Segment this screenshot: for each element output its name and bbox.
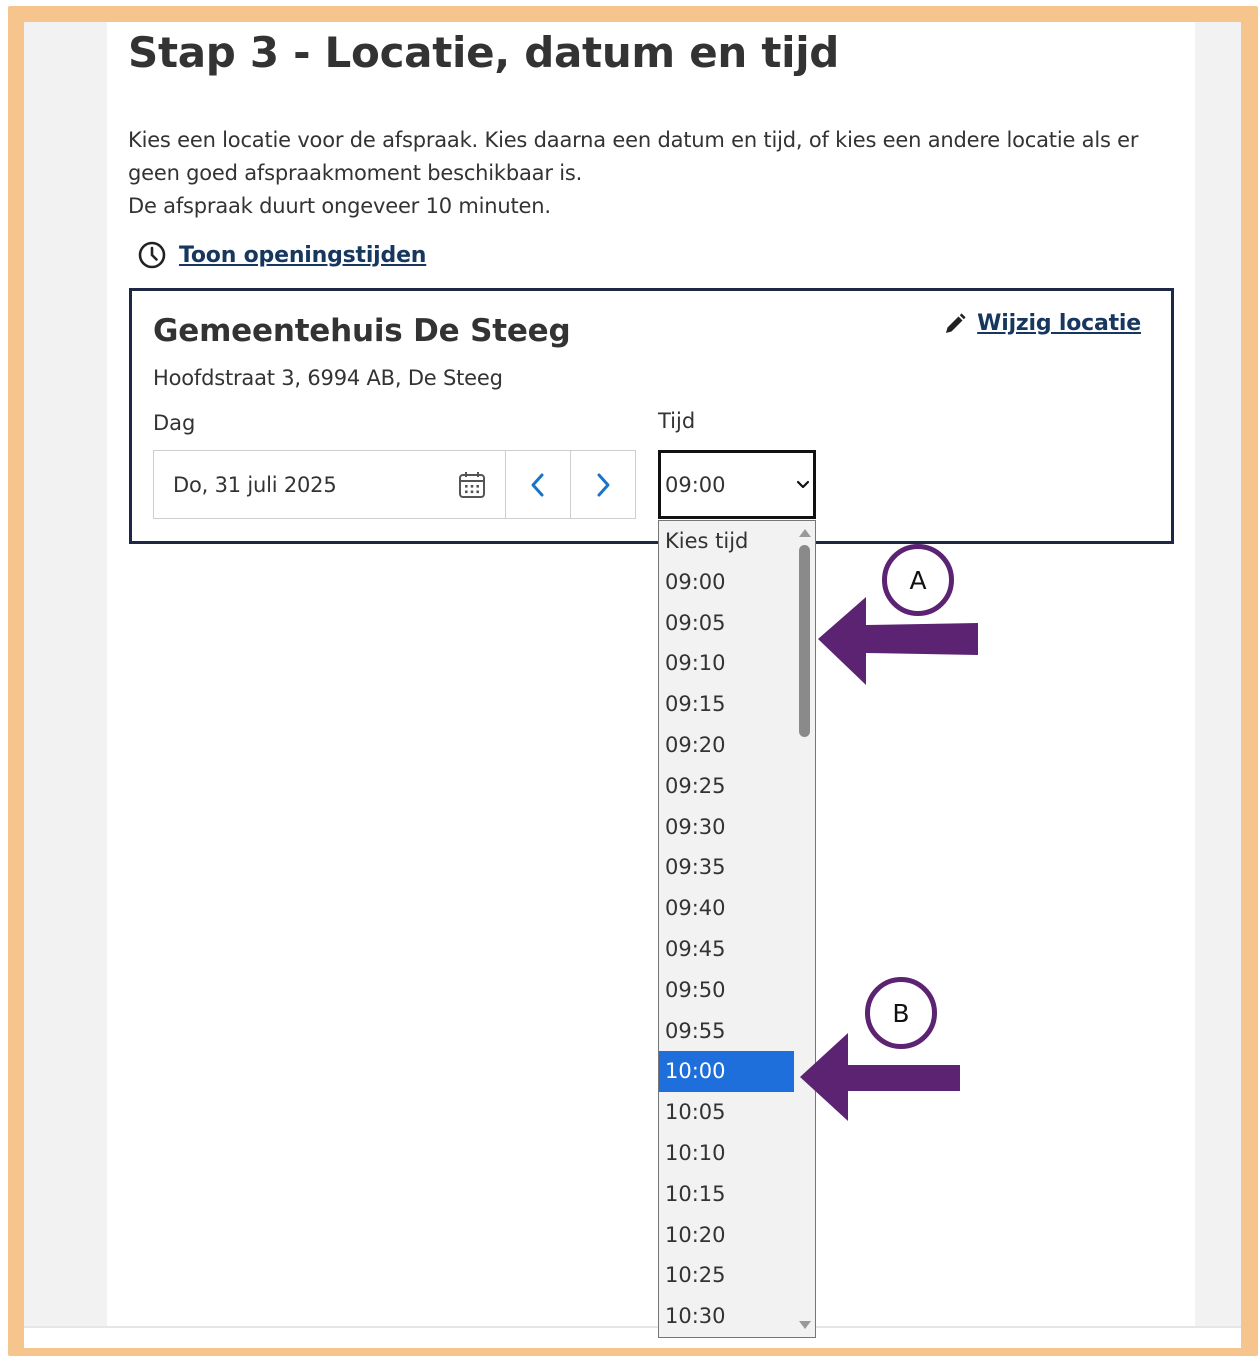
time-label: Tijd: [658, 409, 696, 433]
time-option[interactable]: 09:30: [659, 807, 794, 848]
pencil-icon: [946, 312, 966, 333]
date-value: Do, 31 juli 2025: [173, 472, 337, 497]
location-name: Gemeentehuis De Steeg: [153, 313, 571, 349]
next-day-button[interactable]: [571, 450, 636, 519]
scroll-up-arrow-icon[interactable]: [799, 529, 811, 537]
time-option[interactable]: 09:10: [659, 643, 794, 684]
scroll-down-arrow-icon[interactable]: [799, 1321, 811, 1329]
scrollbar-thumb[interactable]: [799, 545, 810, 737]
location-card: Gemeentehuis De Steeg Hoofdstraat 3, 699…: [129, 288, 1174, 544]
day-label: Dag: [153, 411, 196, 435]
intro-duration: De afspraak duurt ongeveer 10 minuten.: [128, 194, 551, 218]
time-option[interactable]: 09:20: [659, 725, 794, 766]
bottom-edge: [24, 1326, 1241, 1348]
time-option[interactable]: 10:25: [659, 1255, 794, 1296]
change-location-link[interactable]: Wijzig locatie: [943, 311, 1141, 336]
opening-hours-label[interactable]: Toon openingstijden: [179, 243, 426, 268]
time-select-value: 09:00: [665, 472, 726, 497]
time-option-placeholder[interactable]: Kies tijd: [659, 521, 794, 562]
time-option[interactable]: 10:05: [659, 1092, 794, 1133]
location-address: Hoofdstraat 3, 6994 AB, De Steeg: [153, 366, 503, 390]
change-location-label[interactable]: Wijzig locatie: [977, 311, 1141, 336]
time-option[interactable]: 09:45: [659, 929, 794, 970]
time-select[interactable]: 09:00: [658, 450, 816, 519]
clock-icon: [138, 241, 166, 269]
time-option[interactable]: 09:15: [659, 684, 794, 725]
time-option[interactable]: 09:50: [659, 970, 794, 1011]
date-input[interactable]: Do, 31 juli 2025: [153, 450, 506, 519]
calendar-icon[interactable]: [457, 470, 487, 500]
chevron-down-icon: [796, 480, 810, 488]
time-option[interactable]: 09:05: [659, 603, 794, 644]
time-option[interactable]: 10:00: [659, 1051, 794, 1093]
time-option[interactable]: 10:20: [659, 1215, 794, 1256]
time-option[interactable]: 09:40: [659, 888, 794, 929]
annotation-arrow-b-icon: [800, 1033, 960, 1121]
dropdown-scrollbar[interactable]: [794, 521, 815, 1337]
time-options: Kies tijd 09:00 09:05 09:10 09:15 09:20 09:25 0…: [659, 521, 815, 1337]
opening-hours-link[interactable]: Toon openingstijden: [137, 240, 426, 270]
time-options-list[interactable]: Kies tijd 09:00 09:05 09:10 09:15 09:20 09:25 0…: [658, 520, 816, 1338]
time-option[interactable]: 09:25: [659, 766, 794, 807]
time-option[interactable]: 09:55: [659, 1011, 794, 1052]
date-picker: Do, 31 juli 2025: [153, 450, 637, 519]
chevron-right-icon: [597, 473, 610, 496]
annotation-arrow-a-icon: [818, 597, 978, 685]
chevron-left-icon: [531, 473, 544, 496]
time-option[interactable]: 09:35: [659, 847, 794, 888]
time-option[interactable]: 10:10: [659, 1133, 794, 1174]
intro-text: Kies een locatie voor de afspraak. Kies …: [128, 124, 1178, 223]
time-option[interactable]: 09:00: [659, 562, 794, 603]
previous-day-button[interactable]: [506, 450, 571, 519]
time-option[interactable]: 10:15: [659, 1174, 794, 1215]
intro-instructions: Kies een locatie voor de afspraak. Kies …: [128, 128, 1139, 185]
time-option[interactable]: 10:30: [659, 1296, 794, 1337]
page-title: Stap 3 - Locatie, datum en tijd: [128, 28, 840, 77]
